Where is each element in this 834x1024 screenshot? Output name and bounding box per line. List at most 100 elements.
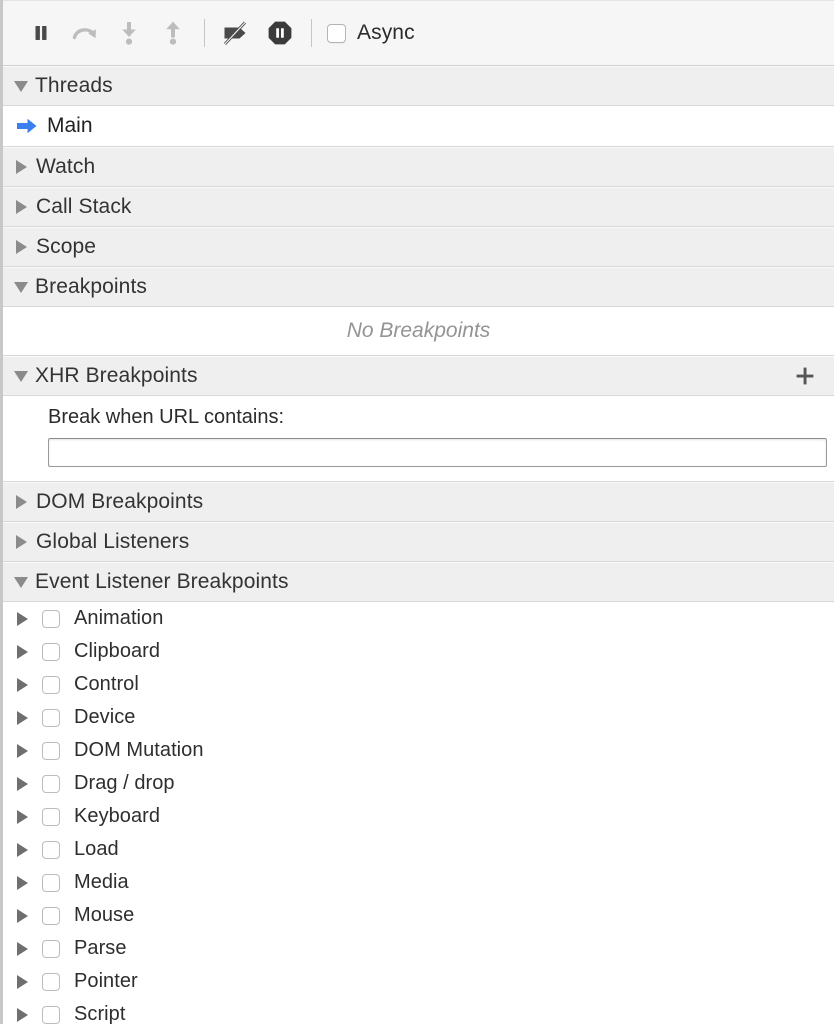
chevron-right-icon[interactable] — [17, 1008, 28, 1022]
chevron-right-icon[interactable] — [17, 612, 28, 626]
event-category-label: Script — [74, 1003, 125, 1024]
event-category-label: Drag / drop — [74, 772, 175, 795]
chevron-right-icon[interactable] — [17, 711, 28, 725]
event-listener-category-list: Animation Clipboard Control Device DOM Mutat… — [3, 602, 834, 1024]
step-over-button[interactable] — [63, 11, 107, 55]
xhr-url-input[interactable] — [48, 438, 827, 467]
event-category-row[interactable]: DOM Mutation — [3, 734, 834, 767]
chevron-right-icon[interactable] — [17, 645, 28, 659]
section-title-threads: Threads — [35, 74, 113, 98]
section-header-event-listener-breakpoints[interactable]: Event Listener Breakpoints — [3, 562, 834, 602]
step-out-icon — [161, 20, 185, 46]
thread-row-main[interactable]: Main — [3, 106, 834, 147]
chevron-down-icon[interactable] — [14, 577, 28, 588]
event-category-row[interactable]: Animation — [3, 602, 834, 635]
event-category-checkbox[interactable] — [42, 1006, 60, 1024]
step-into-icon — [117, 20, 141, 46]
event-category-row[interactable]: Control — [3, 668, 834, 701]
event-category-row[interactable]: Mouse — [3, 899, 834, 932]
event-category-label: Keyboard — [74, 805, 160, 828]
async-checkbox[interactable] — [327, 24, 346, 43]
section-title-dom-breakpoints: DOM Breakpoints — [36, 490, 203, 514]
section-title-scope: Scope — [36, 235, 96, 259]
event-category-checkbox[interactable] — [42, 940, 60, 958]
event-category-checkbox[interactable] — [42, 676, 60, 694]
section-title-breakpoints: Breakpoints — [35, 275, 147, 299]
event-category-label: Pointer — [74, 970, 138, 993]
section-header-watch[interactable]: Watch — [3, 147, 834, 187]
chevron-right-icon[interactable] — [16, 495, 27, 509]
breakpoint-slash-icon — [221, 19, 251, 47]
chevron-right-icon[interactable] — [16, 535, 27, 549]
pause-icon — [29, 21, 53, 45]
chevron-right-icon[interactable] — [17, 777, 28, 791]
event-category-row[interactable]: Device — [3, 701, 834, 734]
event-category-row[interactable]: Load — [3, 833, 834, 866]
event-category-label: DOM Mutation — [74, 739, 204, 762]
chevron-right-icon[interactable] — [17, 975, 28, 989]
xhr-input-label: Break when URL contains: — [14, 406, 823, 429]
add-xhr-breakpoint-button[interactable] — [792, 363, 818, 389]
section-header-xhr-breakpoints[interactable]: XHR Breakpoints — [3, 356, 834, 396]
event-category-checkbox[interactable] — [42, 808, 60, 826]
deactivate-breakpoints-button[interactable] — [214, 11, 258, 55]
section-title-event-listener-breakpoints: Event Listener Breakpoints — [35, 570, 289, 594]
event-category-checkbox[interactable] — [42, 874, 60, 892]
step-over-icon — [71, 20, 99, 46]
async-toggle[interactable]: Async — [327, 21, 415, 45]
pause-on-exceptions-button[interactable] — [258, 11, 302, 55]
event-category-row[interactable]: Script — [3, 998, 834, 1024]
chevron-down-icon[interactable] — [14, 282, 28, 293]
resume-pause-button[interactable] — [19, 11, 63, 55]
event-category-label: Clipboard — [74, 640, 160, 663]
chevron-right-icon[interactable] — [17, 678, 28, 692]
event-category-checkbox[interactable] — [42, 643, 60, 661]
chevron-right-icon[interactable] — [17, 810, 28, 824]
chevron-down-icon[interactable] — [14, 81, 28, 92]
chevron-right-icon[interactable] — [17, 744, 28, 758]
event-category-row[interactable]: Pointer — [3, 965, 834, 998]
event-category-checkbox[interactable] — [42, 775, 60, 793]
event-category-row[interactable]: Clipboard — [3, 635, 834, 668]
section-header-dom-breakpoints[interactable]: DOM Breakpoints — [3, 482, 834, 522]
step-into-button[interactable] — [107, 11, 151, 55]
event-category-label: Animation — [74, 607, 163, 630]
async-label: Async — [357, 21, 415, 45]
step-out-button[interactable] — [151, 11, 195, 55]
chevron-down-icon[interactable] — [14, 371, 28, 382]
event-category-row[interactable]: Drag / drop — [3, 767, 834, 800]
event-category-row[interactable]: Keyboard — [3, 800, 834, 833]
section-title-call-stack: Call Stack — [36, 195, 132, 219]
chevron-right-icon[interactable] — [17, 843, 28, 857]
section-header-breakpoints[interactable]: Breakpoints — [3, 267, 834, 307]
event-category-checkbox[interactable] — [42, 907, 60, 925]
event-category-checkbox[interactable] — [42, 973, 60, 991]
event-category-row[interactable]: Media — [3, 866, 834, 899]
plus-icon — [793, 364, 817, 388]
section-header-scope[interactable]: Scope — [3, 227, 834, 267]
event-category-label: Mouse — [74, 904, 134, 927]
chevron-right-icon[interactable] — [17, 942, 28, 956]
section-header-call-stack[interactable]: Call Stack — [3, 187, 834, 227]
blue-arrow-icon — [16, 117, 38, 135]
event-category-checkbox[interactable] — [42, 709, 60, 727]
chevron-right-icon[interactable] — [17, 876, 28, 890]
event-category-label: Control — [74, 673, 139, 696]
chevron-right-icon[interactable] — [16, 160, 27, 174]
event-category-checkbox[interactable] — [42, 742, 60, 760]
section-title-xhr-breakpoints: XHR Breakpoints — [35, 364, 198, 388]
event-category-label: Parse — [74, 937, 127, 960]
event-category-checkbox[interactable] — [42, 610, 60, 628]
section-header-threads[interactable]: Threads — [3, 66, 834, 106]
chevron-right-icon[interactable] — [16, 240, 27, 254]
event-category-row[interactable]: Parse — [3, 932, 834, 965]
section-title-global-listeners: Global Listeners — [36, 530, 189, 554]
event-category-label: Media — [74, 871, 129, 894]
event-category-checkbox[interactable] — [42, 841, 60, 859]
chevron-right-icon[interactable] — [16, 200, 27, 214]
section-title-watch: Watch — [36, 155, 95, 179]
toolbar-divider-1 — [204, 19, 205, 47]
chevron-right-icon[interactable] — [17, 909, 28, 923]
debugger-toolbar: Async — [3, 0, 834, 66]
section-header-global-listeners[interactable]: Global Listeners — [3, 522, 834, 562]
